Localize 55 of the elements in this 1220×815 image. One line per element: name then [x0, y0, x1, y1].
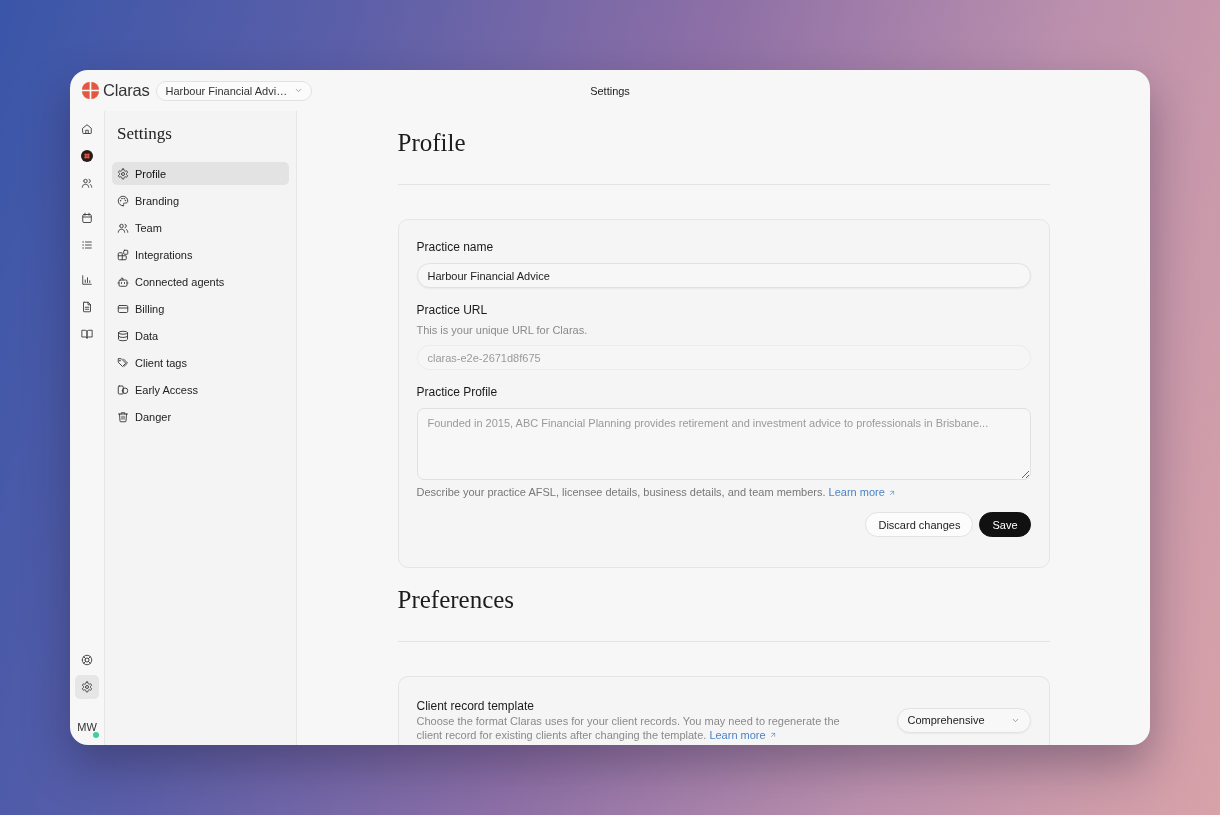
- setting-description: Choose the format Claras uses for your client records. You may need to regenerate the client record for existing clients after changing the template. Learn more: [416, 714, 841, 742]
- bot-icon: [117, 275, 129, 288]
- sidebar-item[interactable]: Connected agents: [112, 270, 289, 293]
- database-icon: [117, 329, 129, 342]
- arrow-up-right-icon: [768, 731, 777, 739]
- document-icon: [81, 301, 93, 313]
- sidebar-item[interactable]: Billing: [112, 297, 289, 320]
- input-field[interactable]: Harbour Financial Advice: [416, 263, 1031, 288]
- textarea-field[interactable]: Founded in 2015, ABC Financial Planning provides retirement and investment advice to professionals in Brisbane...: [416, 408, 1031, 480]
- discard-changes-button[interactable]: Discard changes: [865, 512, 974, 537]
- bar-chart-icon: [81, 274, 93, 286]
- gear-icon: [117, 167, 129, 180]
- trash-icon: [117, 410, 129, 423]
- brand-name: Claras: [103, 81, 150, 100]
- learn-more-link[interactable]: Learn more: [828, 485, 896, 500]
- field-label: Practice Profile: [416, 384, 499, 400]
- sidebar-item[interactable]: Danger: [112, 405, 289, 428]
- sidebar-title: Settings: [117, 124, 173, 144]
- sidebar-item[interactable]: Profile: [112, 162, 289, 185]
- section-heading: Profile: [397, 128, 467, 158]
- arrow-up-right-icon: [887, 488, 896, 497]
- field-description: This is your unique URL for Claras.: [416, 323, 589, 338]
- workspace-dropdown[interactable]: Harbour Financial Advi…: [156, 80, 313, 101]
- logo-icon: [82, 82, 99, 99]
- field-help-text: Describe your practice AFSL, licensee details, business details, and team members. Learn more: [416, 485, 1031, 500]
- calendar-icon: [81, 212, 93, 224]
- logo-badge-icon: [81, 150, 93, 162]
- sidebar-item[interactable]: Data: [112, 324, 289, 347]
- field-label: Practice name: [416, 239, 495, 255]
- learn-more-link[interactable]: Learn more: [709, 728, 777, 742]
- section-heading: Preferences: [397, 585, 516, 615]
- book-icon: [81, 328, 93, 340]
- sidebar-item[interactable]: Integrations: [112, 243, 289, 266]
- save-button[interactable]: Save: [979, 512, 1031, 537]
- template-dropdown[interactable]: Comprehensive: [896, 707, 1031, 733]
- blocks-icon: [117, 248, 129, 261]
- avatar-initials[interactable]: MW: [77, 721, 97, 733]
- page-title: Settings: [590, 84, 630, 97]
- life-buoy-icon: [81, 654, 93, 666]
- users-icon: [117, 221, 129, 234]
- setting-label: Client record template: [416, 698, 535, 714]
- users-icon: [81, 177, 93, 189]
- tags-icon: [117, 356, 129, 369]
- shapes-icon: [117, 383, 129, 396]
- sidebar-item[interactable]: Team: [112, 216, 289, 239]
- field-label: Practice URL: [416, 302, 489, 318]
- sidebar-item[interactable]: Branding: [112, 189, 289, 212]
- home-icon: [81, 123, 93, 135]
- sidebar-item[interactable]: Client tags: [112, 351, 289, 374]
- sidebar-item[interactable]: Early Access: [112, 378, 289, 401]
- credit-card-icon: [117, 302, 129, 315]
- palette-icon: [117, 194, 129, 207]
- gear-icon: [81, 681, 93, 693]
- chevron-down-icon: [294, 86, 304, 95]
- list-icon: [81, 239, 93, 251]
